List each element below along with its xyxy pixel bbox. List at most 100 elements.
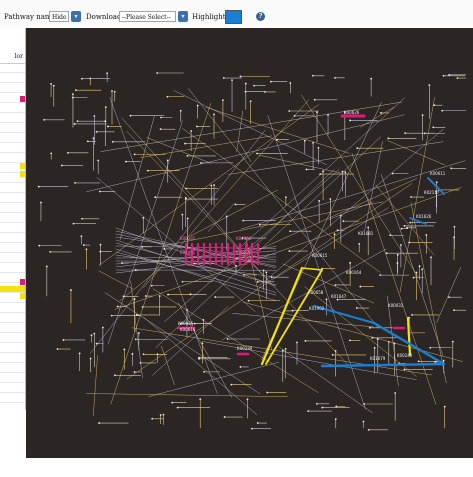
compound-node[interactable] [333,233,336,236]
compound-node[interactable] [74,181,76,184]
map-label[interactable]: K00239 [237,346,253,351]
compound-node[interactable] [425,234,428,236]
compound-node[interactable] [181,213,184,216]
compound-node[interactable] [190,130,193,132]
compound-node[interactable] [82,244,85,246]
compound-node[interactable] [334,350,337,352]
compound-node[interactable] [393,342,396,345]
compound-node[interactable] [285,196,287,199]
compound-node[interactable] [121,262,123,264]
compound-node[interactable] [235,264,237,267]
compound-node[interactable] [266,391,269,394]
map-label[interactable]: K00282 [180,236,196,241]
map-label[interactable]: K00615 [312,253,328,258]
compound-node[interactable] [312,141,314,144]
compound-node[interactable] [293,114,296,117]
compound-node[interactable] [363,403,366,405]
chevron-down-icon[interactable]: ▾ [71,11,81,22]
compound-node[interactable] [284,348,287,350]
compound-node[interactable] [38,244,41,247]
compound-node[interactable] [368,326,371,329]
compound-node[interactable] [154,196,157,199]
compound-node[interactable] [246,398,249,401]
compound-node[interactable] [72,93,74,96]
compound-node[interactable] [349,261,352,264]
compound-node[interactable] [327,113,329,116]
compound-node[interactable] [336,298,339,301]
compound-node[interactable] [135,314,138,316]
compound-node[interactable] [379,274,382,277]
compound-node[interactable] [98,422,101,424]
compound-node[interactable] [244,82,247,85]
compound-node[interactable] [184,142,186,145]
compound-node[interactable] [316,111,318,114]
compound-node[interactable] [142,216,145,219]
compound-node[interactable] [176,406,179,409]
map-label[interactable]: K00240 [397,353,413,358]
compound-node[interactable] [200,161,202,164]
compound-node[interactable] [355,307,358,309]
compound-node[interactable] [258,223,261,226]
compound-node[interactable] [71,96,74,99]
compound-node[interactable] [396,253,399,256]
compound-node[interactable] [195,125,198,128]
compound-node[interactable] [253,84,255,87]
compound-node[interactable] [184,196,187,199]
compound-node[interactable] [186,217,189,220]
compound-node[interactable] [344,171,347,174]
compound-node[interactable] [410,196,412,198]
compound-node[interactable] [111,140,114,143]
compound-node[interactable] [160,116,162,119]
compound-node[interactable] [213,113,215,116]
compound-node[interactable] [243,273,245,276]
compound-node[interactable] [133,153,136,156]
compound-node[interactable] [408,241,411,244]
compound-node[interactable] [370,77,373,80]
compound-node[interactable] [210,184,213,187]
compound-node[interactable] [244,90,247,93]
compound-node[interactable] [307,410,310,412]
compound-node[interactable] [453,309,455,312]
compound-node[interactable] [453,225,456,228]
map-label[interactable]: K00164 [346,270,362,275]
compound-node[interactable] [72,222,75,225]
compound-node[interactable] [270,276,273,279]
compound-node[interactable] [185,187,188,190]
compound-node[interactable] [428,84,431,87]
compound-node[interactable] [163,248,166,250]
map-label[interactable]: K01965 [180,250,196,255]
compound-node[interactable] [213,184,215,186]
compound-node[interactable] [162,413,165,416]
compound-node[interactable] [141,245,144,248]
compound-node[interactable] [104,120,107,122]
compound-node[interactable] [417,360,420,363]
compound-node[interactable] [303,139,306,142]
compound-node[interactable] [193,322,196,325]
compound-node[interactable] [415,271,418,274]
compound-node[interactable] [198,357,200,360]
compound-node[interactable] [104,106,107,109]
compound-node[interactable] [225,215,228,218]
compound-node[interactable] [289,230,292,233]
compound-node[interactable] [101,326,104,329]
compound-node[interactable] [400,227,403,230]
compound-node[interactable] [66,151,69,154]
compound-node[interactable] [93,332,96,335]
compound-node[interactable] [423,132,426,135]
map-label[interactable]: K00627 [236,250,252,255]
compound-node[interactable] [265,271,268,274]
highlight-color-swatch[interactable] [225,10,242,24]
compound-node[interactable] [133,371,136,373]
compound-node[interactable] [151,417,154,420]
compound-node[interactable] [111,90,113,92]
compound-node[interactable] [159,414,162,416]
compound-node[interactable] [60,164,63,167]
compound-node[interactable] [99,243,102,246]
compound-node[interactable] [430,256,432,259]
sidebar-color-mark[interactable] [20,279,25,285]
compound-node[interactable] [106,125,109,128]
compound-node[interactable] [74,89,77,92]
compound-node[interactable] [399,244,402,246]
compound-node[interactable] [249,100,252,103]
map-label[interactable]: K00031 [388,303,404,308]
